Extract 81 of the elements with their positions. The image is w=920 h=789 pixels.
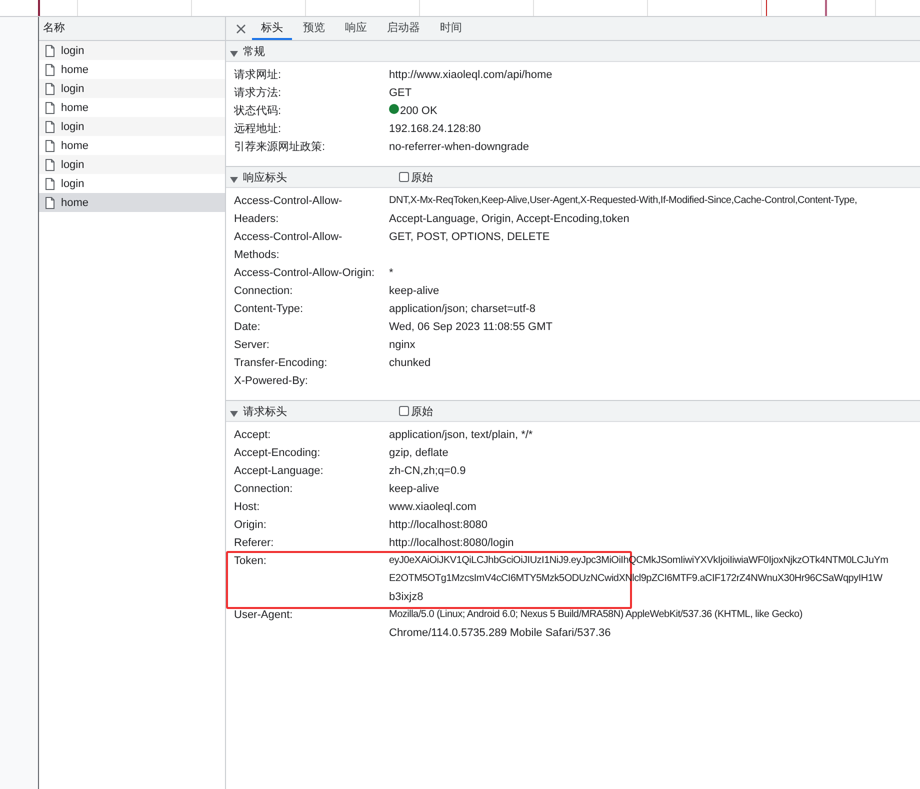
- header-value: *: [389, 266, 394, 281]
- file-icon: [45, 44, 55, 56]
- header-name: Access-Control-Allow-Methods:: [234, 230, 344, 263]
- header-value: www.xiaoleql.com: [389, 500, 476, 515]
- header-name: Origin:: [234, 518, 268, 533]
- file-icon: [45, 140, 55, 152]
- request-item[interactable]: login: [39, 79, 225, 98]
- triangle-down-icon[interactable]: [230, 408, 238, 414]
- header-name: Transfer-Encoding:: [234, 356, 328, 371]
- tab[interactable]: 响应: [336, 17, 376, 40]
- checkbox[interactable]: [399, 172, 409, 182]
- header-name: Accept-Encoding:: [234, 446, 322, 461]
- header-name: 状态代码:: [234, 104, 282, 119]
- header-name: Date:: [234, 320, 262, 335]
- header-value: Mozilla/5.0 (Linux; Android 6.0; Nexus 5 Build/MRA58N) AppleWebKit/537.36 (KHTML, like Gecko): [389, 608, 802, 622]
- file-icon: [45, 178, 55, 190]
- header-value: gzip, deflate: [389, 446, 448, 461]
- request-item[interactable]: login: [39, 117, 225, 136]
- header-name: Referer:: [234, 536, 275, 551]
- close-icon: [236, 24, 246, 34]
- header-name: Accept:: [234, 428, 272, 443]
- file-icon: [45, 196, 55, 208]
- header-value: 192.168.24.128:80: [389, 122, 481, 137]
- header-value: no-referrer-when-downgrade: [389, 140, 530, 155]
- header-name: Connection:: [234, 482, 294, 497]
- checkbox-label: 原始: [411, 404, 433, 418]
- header-value: GET, POST, OPTIONS, DELETE: [389, 230, 550, 245]
- header-name: User-Agent:: [234, 608, 294, 623]
- header-value: Accept-Language, Origin, Accept-Encoding,token: [389, 212, 630, 227]
- header-value: zh-CN,zh;q=0.9: [389, 464, 466, 479]
- header-name: 请求方法:: [234, 86, 282, 101]
- triangle-down-icon[interactable]: [230, 48, 238, 54]
- checkbox-label: 原始: [411, 170, 433, 184]
- header-value: http://www.xiaoleql.com/api/home: [389, 68, 552, 83]
- header-value: application/json; charset=utf-8: [389, 302, 536, 317]
- header-value: keep-alive: [389, 284, 440, 299]
- checkbox[interactable]: [399, 406, 409, 416]
- column-header: 名称: [39, 17, 225, 41]
- section-title: 常规: [243, 44, 266, 58]
- header-value: 200 OK: [400, 104, 438, 119]
- tab[interactable]: 预览: [294, 17, 334, 40]
- header-name: Host:: [234, 500, 261, 515]
- tab[interactable]: 时间: [431, 17, 471, 40]
- request-item[interactable]: login: [39, 155, 225, 174]
- file-icon: [45, 102, 55, 114]
- request-item[interactable]: login: [39, 41, 225, 60]
- header-value: keep-alive: [389, 482, 440, 497]
- header-value: b3ixjz8: [389, 590, 424, 605]
- request-item[interactable]: home: [39, 98, 225, 117]
- header-name: 远程地址:: [234, 122, 282, 137]
- file-icon: [45, 120, 55, 132]
- triangle-down-icon[interactable]: [230, 174, 238, 180]
- header-name: 引荐来源网址政策:: [234, 140, 326, 155]
- header-value: nginx: [389, 338, 416, 353]
- header-value: chunked: [389, 356, 431, 371]
- section-title: 请求标头: [243, 404, 288, 418]
- header-value: GET: [389, 86, 412, 101]
- header-value: application/json, text/plain, */*: [389, 428, 533, 443]
- header-name: Token:: [234, 554, 268, 569]
- header-value: Chrome/114.0.5735.289 Mobile Safari/537.36: [389, 626, 612, 641]
- file-icon: [45, 64, 55, 76]
- tab[interactable]: 启动器: [378, 17, 429, 40]
- header-name: X-Powered-By:: [234, 374, 309, 389]
- header-value: http://localhost:8080/login: [389, 536, 514, 551]
- file-icon: [45, 158, 55, 170]
- header-name: Content-Type:: [234, 302, 304, 317]
- header-name: Connection:: [234, 284, 294, 299]
- header-name: 请求网址:: [234, 68, 282, 83]
- request-item[interactable]: login: [39, 174, 225, 193]
- header-value: Wed, 06 Sep 2023 11:08:55 GMT: [389, 320, 552, 335]
- section-title: 响应标头: [243, 170, 288, 184]
- header-name: Access-Control-Allow-Origin:: [234, 266, 376, 281]
- header-name: Access-Control-Allow-Headers:: [234, 194, 344, 227]
- header-value: http://localhost:8080: [389, 518, 488, 533]
- header-value: DNT,X-Mx-ReqToken,Keep-Alive,User-Agent,X-Requested-With,If-Modified-Since,Cache-Control,Content-Type,: [389, 194, 858, 208]
- file-icon: [45, 82, 55, 94]
- request-item[interactable]: home: [39, 60, 225, 79]
- header-name: Accept-Language:: [234, 464, 324, 479]
- request-item[interactable]: home: [39, 136, 225, 155]
- request-item[interactable]: home: [39, 193, 225, 212]
- header-name: Server:: [234, 338, 270, 353]
